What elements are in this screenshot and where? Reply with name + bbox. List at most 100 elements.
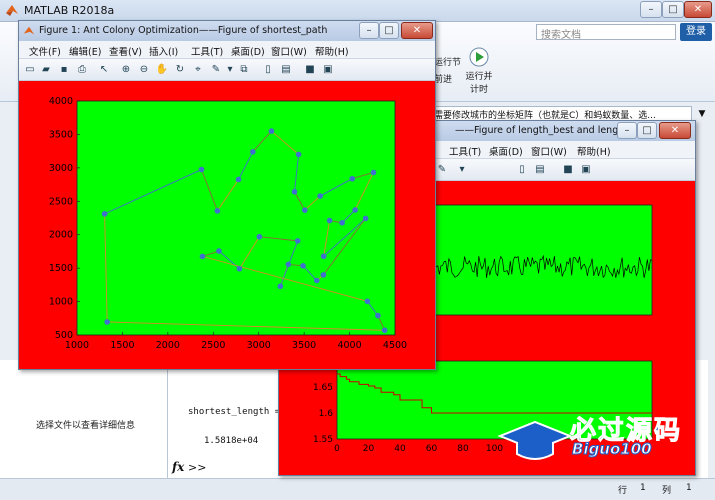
figure1-close-button[interactable]: ✕ [401,22,433,39]
y-tick-label: 4000 [49,96,73,107]
brush-icon[interactable]: ✎ [435,163,449,177]
figure2-minimize-button[interactable]: – [617,122,637,139]
zoom-out-icon[interactable]: ⊖ [137,63,151,77]
status-col-label: 列 [662,486,672,496]
print-icon[interactable]: ⎙ [75,63,89,77]
close-button[interactable]: ✕ [684,1,712,18]
city-point [300,263,306,269]
legend-icon[interactable]: ▤ [279,63,293,77]
city-point [216,248,222,254]
figure1-window[interactable]: Figure 1: Ant Colony Optimization——Figur… [18,20,436,370]
show-tools-icon[interactable]: ▣ [321,63,335,77]
city-point [295,151,302,158]
minimize-button[interactable]: – [640,1,662,18]
x-tick-label: 3500 [292,340,316,351]
maximize-button[interactable]: □ [662,1,684,18]
figure2-maximize-button[interactable]: □ [637,122,657,139]
y-tick-label: 2000 [49,230,73,241]
login-button[interactable]: 登录 [680,23,712,41]
figure1-maximize-button[interactable]: □ [379,22,399,39]
city-point [301,207,308,213]
x-tick-label: 20 [363,444,375,454]
link-plot-icon[interactable]: ⧉ [237,63,251,77]
open-file-icon[interactable]: ▰ [39,63,53,77]
figure1-plot[interactable]: 1000 1500 2000 2500 3000 3500 4000 450050010001… [19,81,435,369]
y-tick-label: 1.65 [313,383,333,393]
city-point [104,319,110,325]
brush-icon[interactable]: ✎ [209,63,223,77]
zoom-in-icon[interactable]: ⊕ [119,63,133,77]
city-point [320,272,327,278]
x-tick-label: 1500 [110,340,134,351]
city-point [364,298,371,305]
y-tick-label: 2500 [49,196,73,207]
menu-item-2[interactable]: 窗口(W) [531,144,567,158]
menu-item-4[interactable]: 工具(T) [191,44,223,58]
pan-icon[interactable]: ✋ [155,63,169,77]
city-point [236,265,243,272]
chevron-down-icon[interactable]: ▾ [223,63,237,77]
y-tick-label: 1.55 [313,435,333,445]
status-row-value: 1 [640,483,646,493]
colorbar-icon[interactable]: ▯ [261,63,275,77]
menu-item-3[interactable]: 插入(I) [149,44,178,58]
city-point [277,283,284,290]
city-point [199,253,206,260]
city-point [381,327,388,334]
city-point [352,207,358,213]
menu-item-2[interactable]: 查看(V) [109,44,142,58]
x-tick-label: 3000 [247,340,271,351]
status-row-label: 行 [618,486,628,496]
show-tools-icon[interactable]: ▣ [579,163,593,177]
x-tick-label: 4500 [383,340,407,351]
rotate-icon[interactable]: ↻ [173,63,187,77]
city-point [198,166,205,173]
run-section-label[interactable]: 运行节 [434,55,461,68]
save-icon[interactable]: ▪ [57,63,71,77]
menu-item-0[interactable]: 工具(T) [449,144,481,158]
city-point [101,211,108,217]
city-point [256,233,263,240]
menu-item-3[interactable]: 帮助(H) [577,144,611,158]
command-prompt[interactable]: >> [188,461,206,474]
city-point [291,188,298,195]
menu-item-6[interactable]: 窗口(W) [271,44,307,58]
menu-item-1[interactable]: 编辑(E) [69,44,101,58]
city-point [285,261,292,268]
y-tick-label: 1.6 [319,409,334,419]
menu-item-0[interactable]: 文件(F) [29,44,61,58]
city-point [370,169,377,176]
matlab-title: MATLAB R2018a [24,4,115,17]
hide-tools-icon[interactable]: ■ [303,63,317,77]
y-tick-label: 500 [55,330,73,341]
chevron-down-icon[interactable]: ▼ [694,106,710,122]
new-figure-icon[interactable]: ▭ [23,63,37,77]
status-bar: 行 1 列 1 [0,478,715,500]
x-tick-label: 0 [334,444,340,454]
data-cursor-icon[interactable]: ⌖ [191,63,205,77]
x-tick-label: 2000 [156,340,180,351]
x-tick-label: 2500 [201,340,225,351]
city-point [250,149,256,155]
hide-tools-icon[interactable]: ■ [561,163,575,177]
run-and-time-icon[interactable] [468,46,490,68]
fx-icon[interactable]: fx [172,460,184,474]
figure2-close-button[interactable]: ✕ [659,122,691,139]
status-col-value: 1 [686,483,692,493]
figure1-minimize-button[interactable]: – [359,22,379,39]
city-point [320,253,327,260]
legend-icon[interactable]: ▤ [533,163,547,177]
city-point [268,128,275,134]
menu-item-5[interactable]: 桌面(D) [231,44,265,58]
colorbar-icon[interactable]: ▯ [515,163,529,177]
pointer-icon[interactable]: ↖ [97,63,111,77]
watermark-subtext: Biguo100 [572,440,653,459]
city-point [235,176,242,183]
city-point [339,219,345,226]
menu-item-1[interactable]: 桌面(D) [489,144,523,158]
chevron-down-icon[interactable]: ▾ [455,163,469,177]
advance-label[interactable]: 前进 [434,72,452,85]
doc-search-input[interactable]: 搜索文档 [536,24,676,41]
run-and-time-label[interactable]: 运行并 计时 [462,69,496,95]
menu-item-7[interactable]: 帮助(H) [315,44,349,58]
